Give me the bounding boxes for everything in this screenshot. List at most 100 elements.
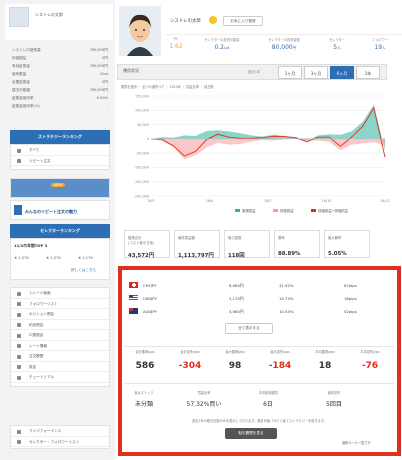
account-icon bbox=[17, 333, 21, 338]
menu-label: 設定 bbox=[29, 364, 37, 369]
x-tick-label: 16/4 bbox=[206, 199, 214, 203]
value-number: 80,000 bbox=[271, 44, 293, 51]
avatar[interactable] bbox=[9, 7, 29, 27]
new-badge: NEW bbox=[51, 183, 66, 187]
menu-trade[interactable]: トレード画面 bbox=[11, 288, 109, 299]
pips-stat: 平均獲得pips 18 bbox=[304, 347, 346, 385]
info-stat-value: 57.32%買い bbox=[186, 401, 222, 408]
menu-label: ポジション照会 bbox=[29, 312, 55, 316]
header-stat-value: 80,000円 bbox=[255, 44, 313, 51]
selector-item[interactable]: ★ 2,578 bbox=[14, 256, 29, 260]
selector-item[interactable]: ★ 2,176 bbox=[78, 256, 93, 260]
pips-stat-value: 98 bbox=[228, 361, 242, 371]
selector-ranking-band[interactable]: セレクターランキング bbox=[10, 224, 110, 238]
star-icon bbox=[17, 148, 21, 153]
selector-follower-list-link[interactable]: セレクター・フォロワーリスト bbox=[11, 437, 109, 447]
book-icon bbox=[17, 375, 21, 380]
stat-label: 有効証拠金 bbox=[12, 64, 30, 68]
value-unit: 人 bbox=[337, 46, 341, 50]
bottom-links: マイパフォーマンス セレクター・フォロワーリスト bbox=[10, 425, 110, 449]
pair-row[interactable]: USDJPY 2,170円 15.73% 16pips bbox=[129, 293, 357, 305]
menu-positions[interactable]: ポジション照会 bbox=[11, 309, 109, 320]
ranking-link-label: すべて bbox=[29, 148, 40, 152]
strategy-ranking-band[interactable]: ストラテジーランキング bbox=[10, 130, 110, 144]
follow-button[interactable]: お気に入り登録 bbox=[223, 16, 263, 26]
account-stats: シストレ口座残高 769,876円 評価損益 0円 有効証拠金 769,876円 保有… bbox=[12, 46, 108, 110]
header-stat-label: セレクターの投資可能量 bbox=[204, 38, 240, 42]
header-stat-label: フォロワー bbox=[372, 38, 388, 42]
banner-text: みんなのリピート注文の魅力 bbox=[25, 209, 77, 214]
tab-label: 3ヶ月 bbox=[310, 71, 322, 76]
legend-label: 評価損益 bbox=[280, 208, 294, 213]
ranking-link-repeat[interactable]: リピート注文 bbox=[11, 156, 109, 166]
menu-account[interactable]: 口座照会 bbox=[11, 330, 109, 341]
stat-label: 証拠金維持率 bbox=[12, 96, 34, 100]
pair-row[interactable]: CHFJPY 8,084円 31.92% 87pips bbox=[129, 280, 357, 292]
stat-row: 証拠金維持率 0.00% bbox=[12, 94, 108, 102]
pair-amount: 4,980円 bbox=[229, 309, 244, 314]
pair-name: AUDJPY bbox=[143, 309, 157, 314]
avatar-large[interactable] bbox=[119, 6, 161, 56]
info-stat-label: 最終損失 bbox=[327, 391, 341, 395]
menu-label: トレード画面 bbox=[29, 291, 51, 295]
show-all-button[interactable]: 全て表示する bbox=[225, 323, 273, 334]
metric-label: 最大勝率 bbox=[328, 236, 342, 240]
trader-name[interactable]: シストレの太郎 bbox=[35, 12, 63, 18]
legend-swatch bbox=[235, 209, 240, 212]
my-performance-link[interactable]: マイパフォーマンス bbox=[11, 426, 109, 437]
menu-executions[interactable]: 約定照会 bbox=[11, 320, 109, 330]
tab-6-months[interactable]: 6ヶ月 bbox=[330, 66, 354, 79]
chart-filter-note[interactable]: 期間を選択 ・ 全ての通貨ペア ・ 2015年 ・ 損益計算 ・ 建玉数 bbox=[121, 84, 214, 89]
tab-1-year[interactable]: 1年 bbox=[356, 66, 380, 79]
selector-more-link[interactable]: 詳しくはこちら bbox=[71, 268, 96, 273]
info-stat-value: 未分類 bbox=[134, 401, 153, 408]
banner-logo-icon bbox=[14, 205, 22, 215]
metric-value: 1,113,797円 bbox=[178, 253, 214, 259]
rule-list-link[interactable]: 最終ルール一覧です bbox=[342, 440, 371, 445]
pips-stat: 合計獲得pips 586 bbox=[124, 347, 166, 385]
menu-label: チュートリアル bbox=[29, 375, 55, 379]
performance-icon bbox=[17, 429, 21, 434]
trader-name-large[interactable]: シストレの太郎 bbox=[170, 18, 201, 24]
trade-history-button[interactable]: 取引履歴を見る bbox=[225, 428, 277, 439]
stat-value: 0円 bbox=[102, 80, 108, 84]
menu-settings[interactable]: 設定 bbox=[11, 362, 109, 372]
users-icon bbox=[17, 302, 21, 306]
menu-rates[interactable]: レート情報 bbox=[11, 341, 109, 351]
tab-label: 1年 bbox=[364, 71, 372, 76]
info-stat: 最大ストック 未分類 bbox=[124, 390, 164, 418]
trader-badge-icon bbox=[209, 16, 217, 24]
pair-row[interactable]: AUDJPY 4,980円 10.54% 52pips bbox=[129, 306, 357, 318]
follow-button-label: お気に入り登録 bbox=[230, 19, 256, 23]
menu-tutorial[interactable]: チュートリアル bbox=[11, 372, 109, 383]
ranking-link-all[interactable]: すべて bbox=[11, 145, 109, 156]
info-stats: 最大ストック 未分類 買建比率 57.32%買い 平均保有期間 6日 最終損失 5回目 bbox=[124, 390, 394, 418]
header-stat: セレクターの投資可能量 0.2Lot bbox=[193, 37, 251, 51]
stat-row: 証拠金維持率(%) - bbox=[12, 102, 108, 110]
pips-stat: 最大損失pips -184 bbox=[259, 347, 301, 385]
list-icon bbox=[17, 312, 21, 317]
y-tick-label: 100,000 bbox=[135, 109, 149, 113]
tab-title: 運用状況 bbox=[123, 68, 139, 73]
tab-1-month[interactable]: 1ヶ月 bbox=[278, 66, 302, 79]
promo-area[interactable]: NEW bbox=[10, 178, 110, 198]
header-stat: セレクター 5人 bbox=[317, 37, 357, 51]
stat-row: シストレ口座残高 769,876円 bbox=[12, 46, 108, 54]
x-tick-label: 16/12 bbox=[380, 199, 390, 203]
pair-pips: 16pips bbox=[344, 296, 357, 301]
menu-followers[interactable]: フォロワーリスト bbox=[11, 299, 109, 309]
stat-label: 建玉可能額 bbox=[12, 88, 30, 92]
stat-label: 必要証拠金 bbox=[12, 80, 30, 84]
menu-order-history[interactable]: 注文履歴 bbox=[11, 351, 109, 362]
stat-value: 769,876円 bbox=[89, 48, 108, 52]
metric-card: 獲得合計 (コスト差引き後) 43,572円 bbox=[124, 230, 170, 259]
info-stat: 買建比率 57.32%買い bbox=[184, 390, 224, 418]
metric-label: 獲得合計 (コスト差引き後) bbox=[128, 236, 155, 245]
selector-item[interactable]: ★ 2,378 bbox=[46, 256, 61, 260]
pips-stat: 最大獲得pips 98 bbox=[214, 347, 256, 385]
info-stat-value: 6日 bbox=[263, 401, 273, 408]
swiss-flag-icon bbox=[129, 282, 138, 288]
pips-stat-value: -184 bbox=[268, 361, 292, 371]
tab-3-months[interactable]: 3ヶ月 bbox=[304, 66, 328, 79]
repeat-order-banner[interactable]: みんなのリピート注文の魅力 bbox=[10, 200, 110, 220]
